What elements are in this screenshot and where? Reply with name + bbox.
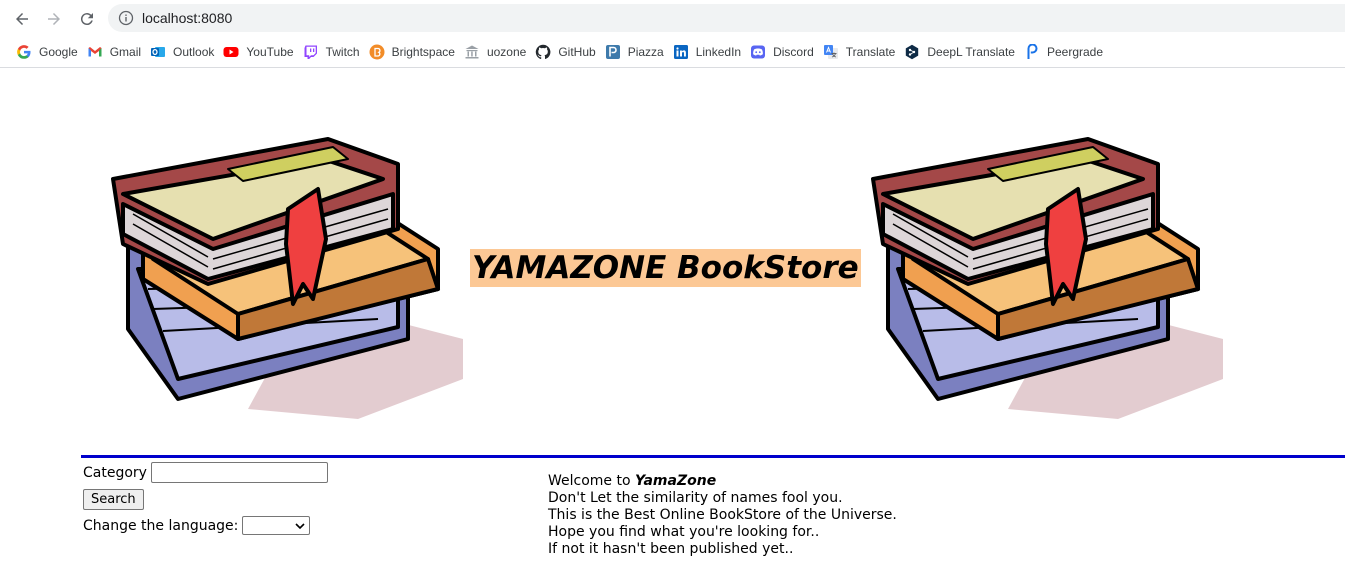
peergrade-icon	[1027, 43, 1038, 59]
deepl-icon	[906, 44, 919, 59]
translate-icon	[823, 44, 838, 59]
bookmark-piazza[interactable]: Piazza	[601, 40, 668, 64]
twitch-icon	[304, 45, 317, 59]
bookmark-brightspace[interactable]: Brightspace	[365, 40, 459, 64]
bookmark-label: Piazza	[627, 44, 664, 59]
books-stack-image	[111, 137, 463, 419]
divider	[81, 455, 1345, 458]
welcome-message: Welcome to YamaZone Don't Let the simila…	[548, 473, 897, 558]
welcome-prefix: Welcome to	[548, 473, 635, 489]
brightspace-icon	[369, 44, 385, 59]
outlook-icon	[151, 46, 166, 57]
bookmark-label: Google	[39, 44, 78, 59]
gmail-icon	[88, 46, 102, 56]
bookmark-deepl[interactable]: DeepL Translate	[900, 40, 1019, 64]
category-label: Category	[83, 464, 147, 481]
category-input[interactable]	[150, 462, 328, 483]
browser-toolbar: localhost:8080	[0, 0, 1345, 36]
welcome-line: Hope you find what you're looking for..	[548, 524, 820, 540]
bookmark-label: Translate	[845, 44, 896, 59]
bookmark-label: Peergrade	[1046, 44, 1104, 59]
reload-button[interactable]	[76, 8, 98, 30]
chevron-down-icon	[295, 523, 305, 530]
bookmark-label: DeepL Translate	[927, 44, 1015, 59]
bookmark-label: uozone	[486, 44, 527, 59]
bookmark-discord[interactable]: Discord	[746, 40, 818, 64]
bookmark-uozone[interactable]: uozone	[460, 40, 530, 64]
reload-icon	[80, 13, 93, 26]
bookmark-label: Outlook	[173, 44, 215, 59]
bookmark-label: YouTube	[246, 44, 294, 59]
welcome-line: Don't Let the similarity of names fool y…	[548, 490, 843, 506]
welcome-line: This is the Best Online BookStore of the…	[548, 507, 897, 523]
bookmark-label: Discord	[773, 44, 814, 59]
bookmark-outlook[interactable]: Outlook	[146, 40, 218, 64]
info-icon[interactable]	[118, 10, 134, 26]
page-title-text: YAMAZONE BookStore	[470, 249, 861, 287]
page-title: YAMAZONE BookStore	[470, 249, 861, 287]
arrow-left-icon	[16, 13, 28, 25]
bookmark-gmail[interactable]: Gmail	[83, 40, 145, 64]
bookmark-linkedin[interactable]: LinkedIn	[669, 40, 745, 64]
bookmark-youtube[interactable]: YouTube	[219, 40, 297, 64]
youtube-icon	[223, 46, 239, 57]
bookmark-label: LinkedIn	[695, 44, 742, 59]
bookmark-label: Twitch	[325, 44, 360, 59]
arrow-right-icon	[48, 13, 60, 25]
bookmarks-bar: Google Gmail Outlook YouTube Twitch Brig…	[0, 36, 1345, 68]
language-label: Change the language:	[83, 517, 239, 534]
search-button[interactable]: Search	[83, 489, 144, 510]
forward-button[interactable]	[43, 8, 65, 30]
bookmark-label: Brightspace	[391, 44, 455, 59]
github-icon	[536, 44, 551, 59]
url-text: localhost:8080	[142, 10, 233, 26]
bookmark-label: Gmail	[109, 44, 142, 59]
google-icon	[17, 44, 31, 59]
uozone-icon	[465, 45, 479, 58]
bookmark-peergrade[interactable]: Peergrade	[1020, 40, 1107, 64]
piazza-icon	[605, 44, 620, 59]
welcome-line: If not it hasn't been published yet..	[548, 541, 794, 557]
discord-icon	[751, 45, 766, 58]
back-button[interactable]	[11, 8, 33, 30]
page-content: YAMAZONE BookStore Category Search Chang…	[0, 69, 1345, 584]
language-select[interactable]	[242, 516, 311, 535]
linkedin-icon	[673, 44, 688, 59]
bookmark-github[interactable]: GitHub	[531, 40, 599, 64]
books-stack-image	[871, 137, 1223, 419]
welcome-brand: YamaZone	[635, 473, 717, 489]
bookmark-twitch[interactable]: Twitch	[299, 40, 364, 64]
search-form: Category Search Change the language:	[83, 462, 328, 535]
bookmark-label: GitHub	[558, 44, 596, 59]
address-bar[interactable]: localhost:8080	[108, 4, 1345, 32]
bookmark-google[interactable]: Google	[12, 40, 82, 64]
bookmark-translate[interactable]: Translate	[819, 40, 900, 64]
